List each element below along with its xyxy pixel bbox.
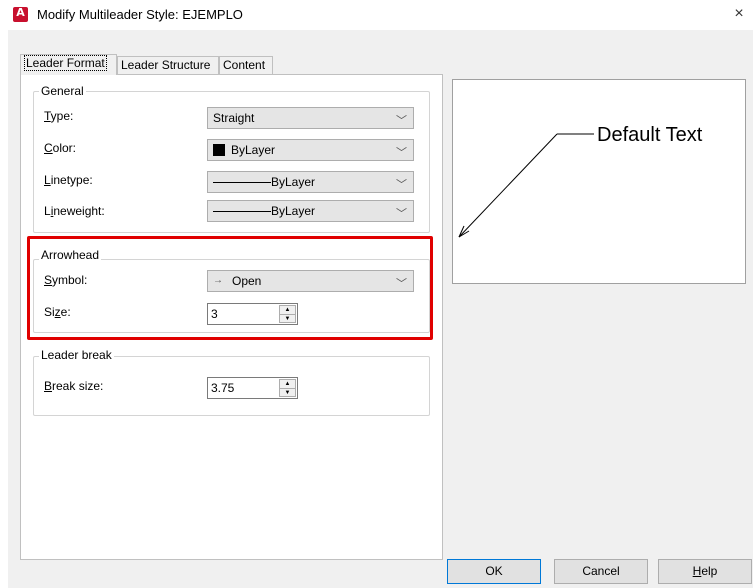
break-size-spinner[interactable]: 3.75 ▲ ▼ — [207, 377, 298, 399]
ok-button[interactable]: OK — [447, 559, 541, 584]
preview-default-text: Default Text — [597, 124, 703, 146]
type-label: Type: — [44, 109, 74, 123]
lineweight-label: Lineweight: — [44, 204, 105, 218]
tab-leader-structure[interactable]: Leader Structure — [117, 56, 219, 74]
lineweight-value: ByLayer — [271, 204, 316, 218]
linetype-value: ByLayer — [271, 175, 316, 189]
break-size-input[interactable]: 3.75 — [211, 381, 234, 395]
chevron-down-icon: ﹀ — [396, 208, 407, 220]
color-value: ByLayer — [231, 143, 276, 157]
autocad-icon — [13, 6, 28, 22]
spin-down-icon[interactable]: ▼ — [280, 388, 295, 396]
spinner-buttons: ▲ ▼ — [279, 379, 296, 397]
arrowhead-highlight — [27, 236, 433, 340]
linetype-dropdown[interactable]: ByLayer ﹀ — [207, 171, 414, 193]
linetype-label: Linetype: — [44, 173, 93, 187]
cancel-button[interactable]: Cancel — [554, 559, 648, 584]
title-bar: Modify Multileader Style: EJEMPLO × — [0, 0, 753, 30]
window-title: Modify Multileader Style: EJEMPLO — [37, 7, 243, 22]
color-swatch — [213, 144, 225, 156]
leader-preview-graphic — [458, 133, 594, 238]
general-legend: General — [39, 84, 86, 98]
tab-content[interactable]: Content — [219, 56, 273, 74]
type-value: Straight — [213, 111, 255, 125]
preview-pane: Default Text — [452, 79, 746, 284]
close-button[interactable]: × — [731, 5, 747, 23]
chevron-down-icon: ﹀ — [396, 179, 407, 191]
leader-break-legend: Leader break — [39, 348, 114, 362]
chevron-down-icon: ﹀ — [396, 147, 407, 159]
break-size-label: Break size: — [44, 379, 104, 393]
spin-up-icon[interactable]: ▲ — [280, 380, 295, 388]
lineweight-dropdown[interactable]: ByLayer ﹀ — [207, 200, 414, 222]
type-dropdown[interactable]: Straight ﹀ — [207, 107, 414, 129]
color-label: Color: — [44, 141, 77, 155]
line-sample — [213, 211, 271, 212]
chevron-down-icon: ﹀ — [396, 115, 407, 127]
line-sample — [213, 182, 271, 183]
color-dropdown[interactable]: ByLayer ﹀ — [207, 139, 414, 161]
tab-leader-format[interactable]: Leader Format — [20, 54, 117, 75]
help-button[interactable]: Help — [658, 559, 752, 584]
